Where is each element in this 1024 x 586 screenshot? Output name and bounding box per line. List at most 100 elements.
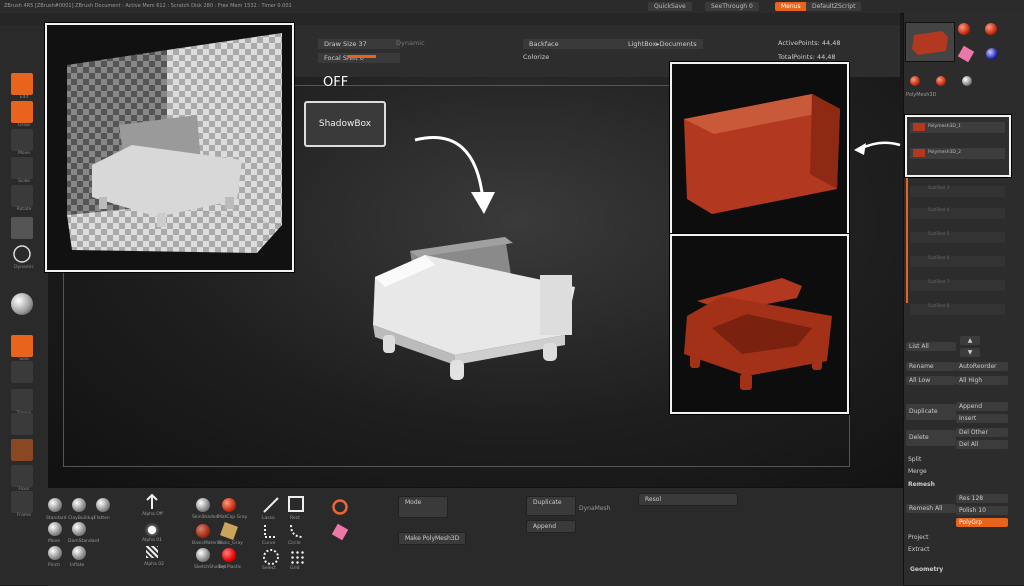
rotate-mode-button[interactable] [11,185,33,207]
subtool-scrollbar[interactable] [906,178,908,303]
tool-thumb-sphere-red[interactable] [958,23,970,35]
shadowbox-button[interactable]: ShadowBox [304,101,386,147]
project-button[interactable]: Project [908,534,929,541]
brush-standard-icon[interactable] [48,498,62,512]
subtool-row-5[interactable]: SubTool 5 [910,232,1005,243]
del-all-button[interactable]: Del All [956,440,1008,449]
append-button[interactable]: Append [526,520,576,533]
make-polymesh-button[interactable]: Make PolyMesh3D [398,532,467,545]
lightbox-button[interactable]: LightBox▸Documents [622,39,703,49]
material-skinshade-icon[interactable] [196,498,210,512]
ghost-button[interactable] [11,413,33,435]
material-matcap-red-icon[interactable] [222,498,236,512]
select-dashed-circle-icon[interactable] [262,548,280,566]
ring-icon[interactable] [331,498,349,516]
subtool-row-8[interactable]: SubTool 8 [910,304,1005,315]
material-basic-icon[interactable] [196,524,210,538]
tool-thumb-sphere-5[interactable] [962,76,972,86]
subtool-up-button[interactable]: ▲ [960,336,980,345]
pink-cube-icon[interactable] [331,523,349,541]
app-title: ZBrush 4R5 [ZBrush#0001] ZBrush Document… [4,3,292,9]
tool-thumb-sphere-4[interactable] [936,76,946,86]
subtool-row-3[interactable]: SubTool 3 [910,186,1005,197]
quicksave-button[interactable]: QuickSave [648,2,692,11]
tool-thumb-sphere-red-2[interactable] [985,23,997,35]
geometry-section[interactable]: Geometry [910,566,943,573]
select-grid-icon[interactable] [290,550,304,564]
brush-flatten-icon[interactable] [96,498,110,512]
floor-button[interactable] [11,465,33,487]
edit-mode-button[interactable] [11,73,33,95]
frame-button[interactable] [11,491,33,513]
extract-button[interactable]: Extract [908,546,930,553]
tool-thumb-sphere-3[interactable] [910,76,920,86]
remesh-label[interactable]: Remesh [908,481,935,488]
brush-pinch-icon[interactable] [48,546,62,560]
subtool-6-name: SubTool 6 [928,256,950,261]
menus-button[interactable]: Menus [775,2,807,11]
subtool-row-7[interactable]: SubTool 7 [910,280,1005,291]
remesh-all-button[interactable]: Remesh All [906,504,956,513]
delete-subtool-button[interactable]: Delete [906,430,956,446]
select-rect-icon[interactable] [288,496,304,512]
material-cube-icon[interactable] [220,522,238,540]
brush-inflate-icon[interactable] [72,546,86,560]
mode-button[interactable]: Mode [398,496,448,518]
seethrough-slider[interactable]: SeeThrough 0 [705,2,759,11]
material-toyplastic-icon[interactable] [222,548,236,562]
insert-subtool-button[interactable]: Insert [956,414,1008,423]
duplicate-subtool-button[interactable]: Duplicate [906,404,956,420]
material-sketch-icon[interactable] [196,548,210,562]
subtool-row-6[interactable]: SubTool 6 [910,256,1005,267]
append-subtool-button[interactable]: Append [956,402,1008,411]
dynamic-circle-icon[interactable] [11,243,33,265]
subtool-row-4[interactable]: SubTool 4 [910,208,1005,219]
brush-claybuildup-icon[interactable] [72,498,86,512]
subtool-row-1[interactable]: Polymesh3D_1 [910,122,1005,133]
resolution-dropdown[interactable]: Resol [638,493,738,506]
brush-damstandard-icon[interactable] [72,522,86,536]
move-mode-button[interactable] [11,129,33,151]
dynamic-toggle[interactable]: Dynamic [396,39,425,47]
draw-mode-button[interactable] [11,101,33,123]
default-zscript-button[interactable]: DefaultZScript [806,2,862,11]
material-sphere-icon[interactable] [11,293,33,315]
polish-slider[interactable]: Polish 10 [956,506,1008,515]
alpha-dot-icon[interactable] [148,526,156,534]
tool-thumb-main[interactable] [905,22,955,62]
duplicate-button[interactable]: Duplicate [526,496,576,516]
polyframe-button[interactable] [11,439,33,461]
alpha-noise-icon[interactable] [146,546,158,558]
all-high-button[interactable]: All High [956,376,1008,385]
polygroups-toggle[interactable]: PolyGrp [956,518,1008,527]
xpose-button[interactable] [11,361,33,383]
merge-button[interactable]: Merge [908,468,927,475]
res-slider[interactable]: Res 128 [956,494,1008,503]
autoreorder-button[interactable]: AutoReorder [956,362,1008,371]
scale-mode-button[interactable] [11,157,33,179]
select-circle-icon[interactable] [288,522,306,540]
split-button[interactable]: Split [908,456,921,463]
rgb-swatch[interactable] [11,217,33,239]
subtool-down-button[interactable]: ▼ [960,348,980,357]
backface-toggle[interactable]: Backface [523,39,625,49]
brush-move-icon[interactable] [48,522,62,536]
solo-button[interactable] [11,335,33,357]
title-bar: ZBrush 4R5 [ZBrush#0001] ZBrush Document… [0,0,1024,14]
alpha-up-arrow-icon[interactable] [144,494,160,510]
list-all-button[interactable]: List All [906,342,956,351]
draw-size-slider[interactable]: Draw Size 37 [318,39,400,49]
all-low-button[interactable]: All Low [906,376,956,385]
armchair-model[interactable] [365,215,585,385]
del-other-button[interactable]: Del Other [956,428,1008,437]
select-curve-icon[interactable] [262,522,280,540]
brush-move-label: Move [48,539,61,544]
subtool-row-2[interactable]: Polymesh3D_2 [910,148,1005,159]
colorize-toggle[interactable]: Colorize [523,53,549,61]
left-shelf: Edit Draw Move Scale Rotate Dynamic Solo… [0,25,48,585]
rename-button[interactable]: Rename [906,362,956,371]
tool-thumb-name: PolyMesh3D [906,92,937,98]
lasso-line-icon[interactable] [262,496,280,514]
tool-thumb-sphere-blue[interactable] [986,48,998,60]
transp-button[interactable] [11,389,33,411]
